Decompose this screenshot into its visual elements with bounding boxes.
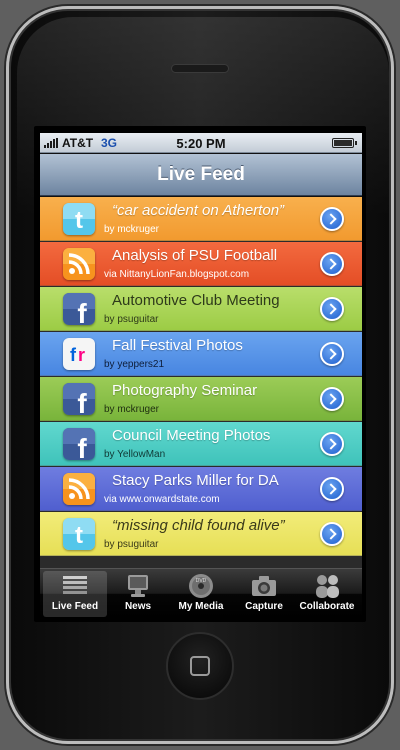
rss-icon (63, 473, 95, 505)
status-bar: AT&T 3G 5:20 PM (40, 133, 362, 153)
tab-bar: Live Feed News DVD My Media Capture Coll… (40, 568, 362, 618)
facebook-icon: f (63, 428, 95, 460)
navigation-bar: Live Feed (40, 154, 362, 196)
feed-item-subtitle: by yeppers21 (104, 359, 165, 370)
disclosure-chevron-icon[interactable] (320, 387, 344, 411)
speaker-grille (171, 64, 229, 73)
tab-label: Live Feed (51, 601, 99, 612)
feed-item[interactable]: f Automotive Club Meeting by psuguitar (40, 287, 362, 331)
svg-text:f: f (77, 298, 87, 325)
list-icon (63, 576, 87, 594)
disclosure-chevron-icon[interactable] (320, 477, 344, 501)
facebook-icon: f (63, 293, 95, 325)
battery-icon (332, 138, 357, 148)
feed-item[interactable]: fr Fall Festival Photos by yeppers21 (40, 332, 362, 376)
svg-text:f: f (77, 433, 87, 460)
disclosure-chevron-icon[interactable] (320, 297, 344, 321)
feed-item-subtitle: by mckruger (104, 404, 160, 415)
feed-item-title: Stacy Parks Miller for DA (112, 472, 279, 489)
tab-live-feed[interactable]: Live Feed (43, 571, 107, 617)
live-feed-list: t “car accident on Atherton” by mckruger… (40, 197, 362, 572)
tab-label: Capture (245, 601, 283, 612)
feed-item[interactable]: t “missing child found alive” by psuguit… (40, 512, 362, 556)
svg-text:t: t (75, 207, 83, 234)
feed-item-subtitle: by mckruger (104, 224, 160, 235)
rss-icon (63, 248, 95, 280)
disclosure-chevron-icon[interactable] (320, 252, 344, 276)
status-time: 5:20 PM (176, 136, 226, 151)
disclosure-chevron-icon[interactable] (320, 207, 344, 231)
disclosure-chevron-icon[interactable] (320, 432, 344, 456)
tab-capture[interactable]: Capture (232, 571, 296, 617)
tab-collaborate[interactable]: Collaborate (295, 571, 359, 617)
svg-text:f: f (77, 388, 87, 415)
svg-text:r: r (78, 345, 85, 365)
feed-item-title: Automotive Club Meeting (112, 292, 280, 309)
feed-item-title: “missing child found alive” (112, 517, 285, 534)
feed-item-title: Council Meeting Photos (112, 427, 271, 444)
dvd-icon: DVD (189, 574, 213, 598)
feed-item-subtitle: by psuguitar (104, 539, 159, 550)
feed-item[interactable]: t “car accident on Atherton” by mckruger (40, 197, 362, 241)
feed-item[interactable]: f Photography Seminar by mckruger (40, 377, 362, 421)
feed-item-title: Photography Seminar (112, 382, 258, 399)
svg-text:f: f (70, 345, 77, 365)
svg-text:DVD: DVD (196, 578, 207, 584)
feed-item[interactable]: Analysis of PSU Football via NittanyLion… (40, 242, 362, 286)
tab-label: My Media (178, 601, 224, 612)
feed-item-subtitle: via NittanyLionFan.blogspot.com (104, 269, 250, 280)
svg-text:t: t (75, 522, 83, 549)
people-icon (316, 575, 339, 598)
twitter-icon: t (63, 203, 95, 235)
home-square-icon (190, 656, 210, 676)
disclosure-chevron-icon[interactable] (320, 342, 344, 366)
tab-my-media[interactable]: DVD My Media (169, 571, 233, 617)
home-button[interactable] (166, 632, 234, 700)
feed-item[interactable]: Stacy Parks Miller for DA via www.onward… (40, 467, 362, 511)
tab-label: Collaborate (299, 601, 355, 612)
flickr-icon: fr (63, 338, 95, 370)
tab-label: News (124, 601, 152, 612)
facebook-icon: f (63, 383, 95, 415)
camera-icon (252, 576, 276, 596)
feed-item-title: Analysis of PSU Football (112, 247, 278, 264)
feed-item[interactable]: f Council Meeting Photos by YellowMan (40, 422, 362, 466)
page-title: Live Feed (157, 164, 245, 185)
feed-item-subtitle: via www.onwardstate.com (104, 494, 220, 505)
twitter-icon: t (63, 518, 95, 550)
screen: AT&T 3G 5:20 PM Live Feed t “car acciden… (40, 133, 362, 618)
monitor-icon (128, 575, 148, 597)
tab-news[interactable]: News (106, 571, 170, 617)
feed-item-title: Fall Festival Photos (112, 337, 243, 354)
feed-item-title: “car accident on Atherton” (112, 202, 285, 219)
feed-item-subtitle: by YellowMan (104, 449, 166, 460)
disclosure-chevron-icon[interactable] (320, 522, 344, 546)
feed-item-subtitle: by psuguitar (104, 314, 159, 325)
